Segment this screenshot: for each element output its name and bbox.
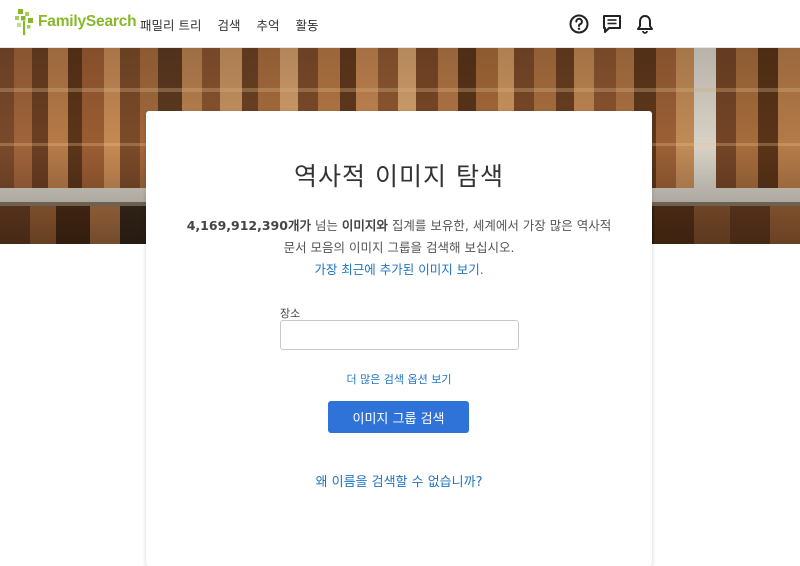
logo-text: FamilySearch bbox=[38, 13, 137, 30]
recent-images-link[interactable]: 가장 최근에 추가된 이미지 보기. bbox=[314, 262, 483, 277]
nav-search[interactable]: 검색 bbox=[217, 15, 240, 34]
family-tree-logo-icon bbox=[15, 9, 33, 35]
notifications-icon[interactable] bbox=[634, 13, 656, 35]
search-image-groups-button[interactable]: 이미지 그룹 검색 bbox=[328, 401, 469, 433]
location-input[interactable] bbox=[280, 320, 519, 350]
image-count: 4,169,912,390개가 bbox=[186, 218, 311, 233]
familysearch-logo[interactable]: FamilySearch bbox=[14, 5, 137, 39]
intro-images-word: 이미지와 bbox=[341, 218, 388, 233]
messages-icon[interactable] bbox=[601, 13, 623, 35]
why-cant-search-names-link[interactable]: 왜 이름을 검색할 수 없습니까? bbox=[146, 471, 652, 490]
top-header: FamilySearch 패밀리 트리 검색 추억 활동 bbox=[0, 0, 800, 48]
nav-family-tree[interactable]: 패밀리 트리 bbox=[140, 15, 201, 34]
more-search-options-link[interactable]: 더 많은 검색 옵션 보기 bbox=[146, 371, 652, 387]
nav-memories[interactable]: 추억 bbox=[257, 15, 280, 34]
nav-activities[interactable]: 활동 bbox=[296, 15, 319, 34]
intro-text: 4,169,912,390개가 넘는 이미지와 집계를 보유한, 세계에서 가장… bbox=[186, 215, 612, 281]
main-nav: 패밀리 트리 검색 추억 활동 bbox=[140, 15, 335, 34]
image-search-card: 역사적 이미지 탐색 4,169,912,390개가 넘는 이미지와 집계를 보… bbox=[146, 111, 652, 566]
page-title: 역사적 이미지 탐색 bbox=[294, 162, 504, 191]
help-icon[interactable] bbox=[568, 13, 590, 35]
location-label: 장소 bbox=[280, 307, 301, 320]
intro-mid: 넘는 bbox=[310, 218, 342, 233]
